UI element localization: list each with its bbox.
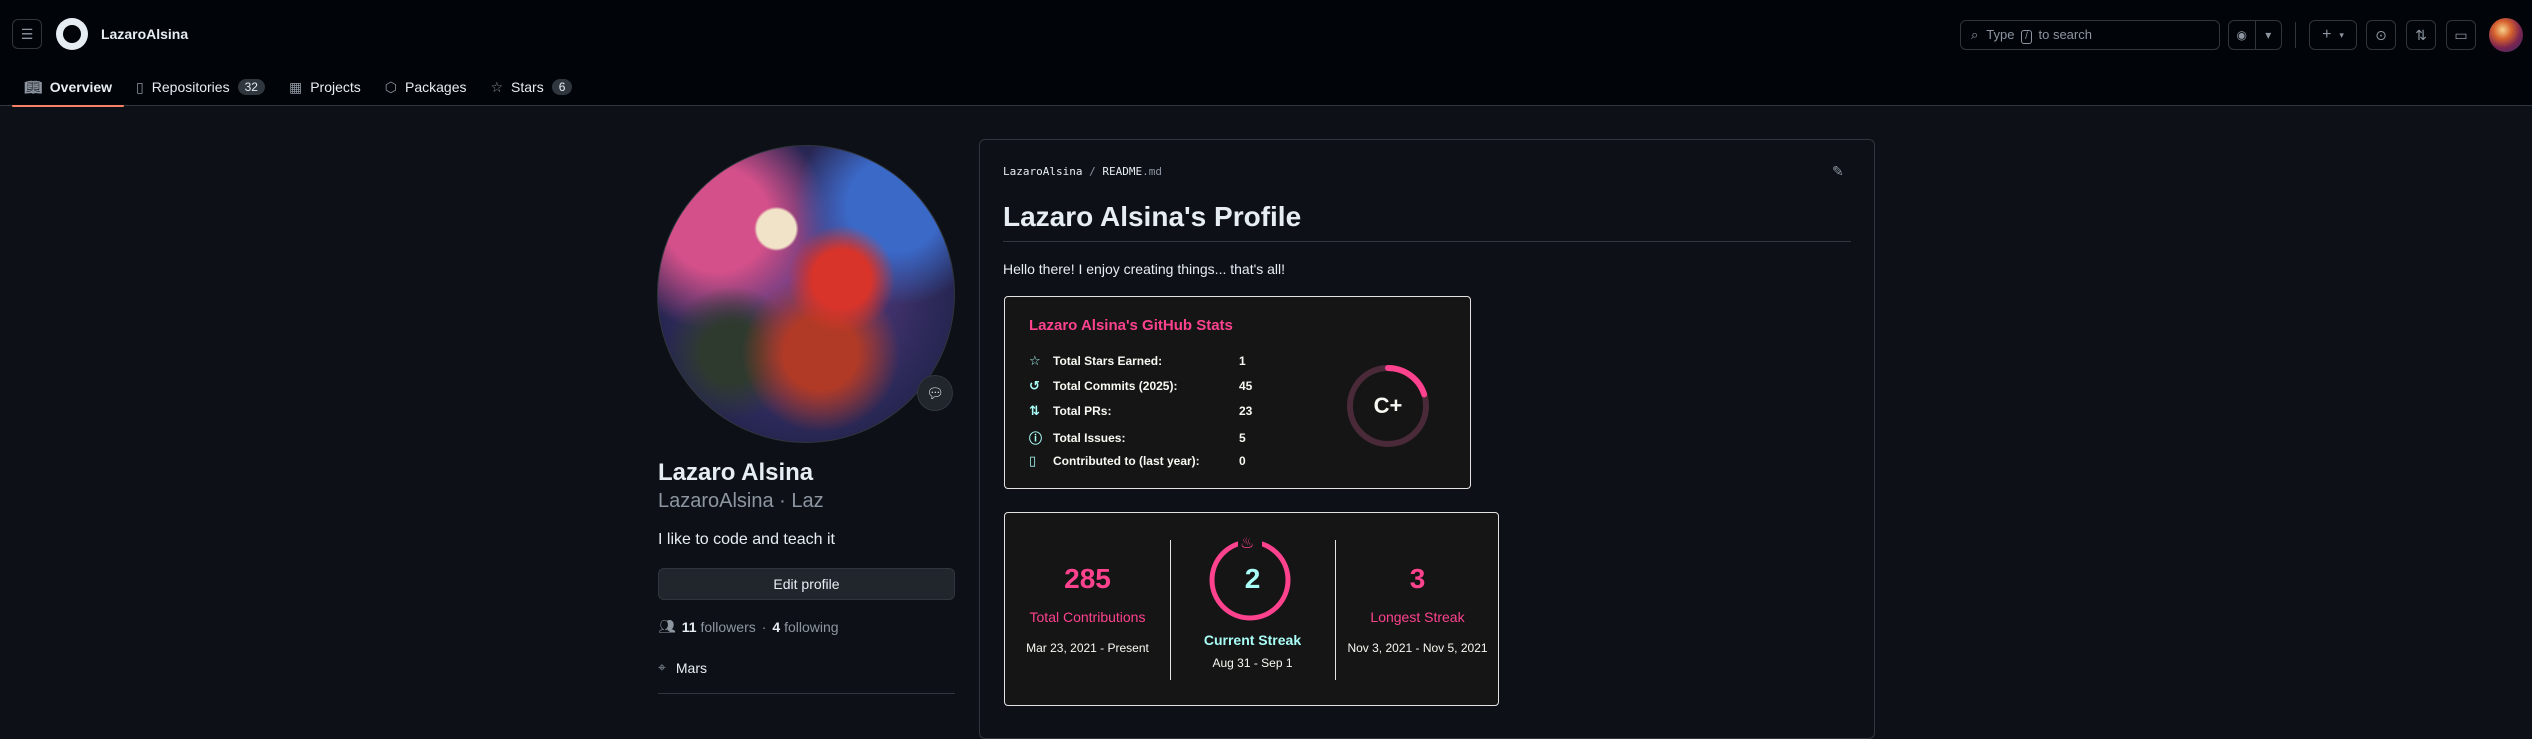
tab-label: Overview: [49, 79, 113, 95]
current-streak-range: Aug 31 - Sep 1: [1212, 656, 1293, 670]
followers-link[interactable]: 11 followers: [682, 619, 756, 635]
readme-file-name: README: [1102, 165, 1143, 178]
create-new-button[interactable]: + ▾: [2309, 20, 2357, 50]
tab-repositories[interactable]: ▯ Repositories 32: [124, 68, 277, 106]
header-username[interactable]: LazaroAlsina: [101, 26, 188, 42]
streak-stats-card[interactable]: 285 Total Contributions Mar 23, 2021 - P…: [1004, 512, 1499, 706]
location-text: Mars: [675, 659, 708, 676]
longest-streak-label: Longest Streak: [1370, 609, 1465, 625]
repo-icon: ▯: [1029, 453, 1037, 468]
stats-card-title: Lazaro Alsina's GitHub Stats: [1029, 317, 1233, 334]
tab-projects[interactable]: ▦ Projects: [277, 68, 373, 106]
profile-fullname: Lazaro Alsina: [658, 459, 814, 486]
pull-request-icon: ⇅: [1029, 403, 1040, 418]
plus-icon: +: [2322, 26, 2332, 43]
total-contributions-value: 285: [1064, 563, 1111, 594]
grade-label: C+: [1373, 393, 1403, 418]
avatar[interactable]: [2489, 18, 2523, 52]
longest-streak-section: 3 Longest Streak Nov 3, 2021 - Nov 5, 20…: [1335, 513, 1500, 707]
chevron-down-icon: ▾: [2339, 29, 2344, 40]
status-emoji-button[interactable]: 💬︎: [917, 375, 953, 411]
longest-streak-value: 3: [1409, 563, 1426, 594]
tab-label: Projects: [310, 79, 361, 95]
table-icon: ▦: [288, 78, 303, 95]
search-input[interactable]: ⌕ Type / to search: [1960, 20, 2220, 50]
profile-photo[interactable]: [657, 145, 955, 443]
stat-row: ↺ Total Commits (2025): 45: [1029, 378, 1253, 393]
pull-request-icon: ⇅: [2415, 26, 2427, 43]
location-icon: ⌖: [658, 659, 666, 675]
readme-file-ext: .md: [1142, 165, 1162, 178]
readme-intro: Hello there! I enjoy creating things... …: [1003, 261, 1286, 277]
tab-label: Stars: [511, 79, 544, 95]
global-header: ☰ LazaroAlsina ⌕ Type / to search ◉ ▾ + …: [0, 0, 2532, 107]
current-streak-section: 2 Current Streak Aug 31 - Sep 1: [1170, 513, 1335, 707]
star-icon: ☆: [1029, 353, 1041, 368]
inbox-button[interactable]: ▭: [2446, 20, 2476, 50]
profile-tabs: 📖︎ Overview ▯ Repositories 32 ▦ Projects…: [12, 68, 584, 107]
total-contributions-section: 285 Total Contributions Mar 23, 2021 - P…: [1005, 513, 1170, 707]
package-icon: ⬡: [384, 78, 397, 95]
readme-title: Lazaro Alsina's Profile: [1003, 201, 1302, 232]
search-placeholder-suffix: to search: [2038, 26, 2092, 42]
book-icon: 📖︎: [24, 78, 42, 95]
stat-row: ⇅ Total PRs: 23: [1029, 403, 1253, 418]
longest-streak-range: Nov 3, 2021 - Nov 5, 2021: [1347, 641, 1488, 655]
inbox-icon: ▭: [2454, 26, 2468, 43]
pencil-icon[interactable]: ✎: [1832, 163, 1844, 180]
people-icon: 👥︎: [658, 618, 676, 634]
follow-stats: 👥︎ 11 followers · 4 following: [658, 618, 839, 635]
readme-owner-link[interactable]: LazaroAlsina: [1003, 165, 1082, 178]
tab-overview[interactable]: 📖︎ Overview: [12, 68, 125, 107]
tab-count: 6: [551, 79, 573, 95]
issues-button[interactable]: ⊙: [2366, 20, 2396, 50]
stat-row: ☆ Total Stars Earned: 1: [1029, 353, 1246, 368]
repo-icon: ▯: [136, 78, 144, 95]
github-stats-card[interactable]: Lazaro Alsina's GitHub Stats ☆ Total Sta…: [1004, 296, 1471, 489]
total-contributions-range: Mar 23, 2021 - Present: [1026, 641, 1149, 655]
history-icon: ↺: [1029, 378, 1040, 393]
stat-row: ▯ Contributed to (last year): 0: [1029, 453, 1246, 468]
readme-path: LazaroAlsina / README.md: [1003, 165, 1162, 178]
readme-divider: [1003, 241, 1851, 242]
issue-icon: ⊙: [2375, 26, 2387, 43]
top-bar: ☰ LazaroAlsina ⌕ Type / to search ◉ ▾ + …: [0, 0, 2532, 68]
profile-login: LazaroAlsina · Laz: [658, 490, 824, 512]
tab-label: Packages: [405, 79, 467, 95]
tab-packages[interactable]: ⬡ Packages: [373, 68, 479, 106]
copilot-button[interactable]: ◉ ▾: [2228, 20, 2282, 50]
search-placeholder-prefix: Type: [1986, 26, 2015, 42]
total-contributions-label: Total Contributions: [1029, 609, 1146, 625]
comment-icon: 💬︎: [926, 384, 944, 401]
follow-separator: ·: [761, 618, 767, 635]
sidebar-divider: [658, 693, 955, 694]
issue-icon: ⓘ: [1029, 431, 1043, 446]
copilot-icon: ◉: [2236, 28, 2247, 42]
search-shortcut-key: /: [2021, 29, 2032, 44]
tab-count: 32: [237, 79, 265, 95]
star-icon: ☆: [490, 78, 504, 95]
chevron-down-icon[interactable]: ▾: [2256, 28, 2282, 42]
profile-bio: I like to code and teach it: [658, 531, 835, 548]
stat-row: ⓘ Total Issues: 5: [1029, 428, 1269, 447]
header-divider: [2295, 22, 2296, 48]
tab-stars[interactable]: ☆ Stars 6: [478, 68, 584, 106]
pull-requests-button[interactable]: ⇅: [2406, 20, 2436, 50]
current-streak-value: 2: [1244, 563, 1261, 594]
following-link[interactable]: 4 following: [772, 619, 838, 635]
current-streak-label: Current Streak: [1203, 632, 1302, 648]
github-logo-icon[interactable]: [56, 18, 88, 50]
profile-location: ⌖ Mars: [658, 659, 707, 676]
tab-label: Repositories: [151, 79, 230, 95]
search-icon: ⌕: [1971, 27, 1979, 42]
edit-profile-button[interactable]: Edit profile: [658, 568, 955, 600]
menu-icon[interactable]: ☰: [12, 19, 42, 49]
